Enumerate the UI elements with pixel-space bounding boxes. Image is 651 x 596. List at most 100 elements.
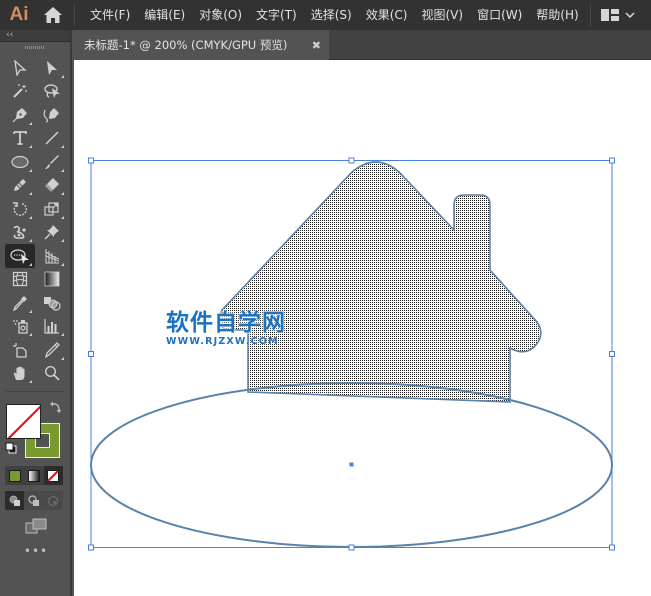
perspective-grid-icon <box>45 248 60 264</box>
fill-stroke-controls <box>0 398 70 464</box>
menu-divider <box>589 4 591 26</box>
slice-knife-icon <box>45 341 60 358</box>
more-tools-indicator <box>61 356 64 360</box>
direct-selection-tool[interactable] <box>37 56 67 80</box>
selection-arrow-icon <box>14 59 27 76</box>
draw-inside-icon <box>48 495 59 506</box>
perspective-grid-tool[interactable] <box>37 244 67 268</box>
line-segment-tool[interactable] <box>37 127 67 151</box>
hand-tool[interactable] <box>5 362 35 386</box>
lasso-tool[interactable] <box>37 80 67 104</box>
none-mode-button[interactable] <box>43 466 63 485</box>
handle-bottom-center[interactable] <box>348 544 355 551</box>
menu-view[interactable]: 视图(V) <box>414 0 470 30</box>
selection-tool[interactable] <box>5 56 35 80</box>
artboard-tool[interactable] <box>5 338 35 362</box>
more-tools-indicator <box>61 192 64 195</box>
more-tools-indicator <box>29 215 32 219</box>
draw-mode-buttons <box>5 491 63 510</box>
workspace-switcher[interactable] <box>600 0 635 30</box>
pencil-icon <box>14 179 26 192</box>
more-tools-indicator <box>29 262 32 266</box>
panel-grip[interactable] <box>0 42 70 52</box>
close-tab-button[interactable]: ✖ <box>312 39 321 52</box>
menu-select[interactable]: 选择(S) <box>304 0 359 30</box>
illustrator-window: Ai 文件(F) 编辑(E) 对象(O) 文字(T) 选择(S) 效果(C) 视… <box>0 0 651 596</box>
more-tools-indicator <box>29 192 32 195</box>
gradient-tool[interactable] <box>37 268 67 292</box>
toolbar-divider <box>6 391 64 392</box>
handle-top-left[interactable] <box>88 157 94 164</box>
handle-bottom-left[interactable] <box>88 544 94 551</box>
change-screen-mode-button[interactable] <box>0 518 72 534</box>
color-mode-button[interactable] <box>5 466 24 485</box>
draw-behind-icon <box>28 494 39 506</box>
default-fill-stroke-icon[interactable] <box>5 442 17 454</box>
draw-behind-button[interactable] <box>24 491 43 510</box>
zoom-tool[interactable] <box>37 362 67 386</box>
document-tab-bar: 未标题-1* @ 200% (CMYK/GPU 预览) ✖ <box>74 30 651 60</box>
eraser-tool[interactable] <box>37 174 67 198</box>
puppet-warp-tool[interactable] <box>5 221 35 245</box>
handle-top-center[interactable] <box>348 157 355 164</box>
type-tool[interactable] <box>5 127 35 151</box>
menu-type[interactable]: 文字(T) <box>249 0 304 30</box>
handle-top-right[interactable] <box>609 157 615 164</box>
pin-tool[interactable] <box>37 221 67 245</box>
more-tools-indicator <box>61 333 64 336</box>
curvature-tool[interactable] <box>37 103 67 127</box>
menu-edit[interactable]: 编辑(E) <box>137 0 192 30</box>
menu-help[interactable]: 帮助(H) <box>529 0 585 30</box>
shaper-tool[interactable] <box>5 174 35 198</box>
draw-normal-button[interactable] <box>5 491 25 510</box>
document-tab[interactable]: 未标题-1* @ 200% (CMYK/GPU 预览) ✖ <box>74 30 329 60</box>
pin-icon <box>44 225 59 240</box>
rotate-tool[interactable] <box>5 197 35 221</box>
rotate-icon <box>13 202 27 216</box>
draw-inside-button[interactable] <box>44 491 63 510</box>
gradient-swatch-icon <box>27 469 40 482</box>
ellipse-icon <box>11 155 29 168</box>
blend-tool[interactable] <box>37 291 67 315</box>
menu-object[interactable]: 对象(O) <box>192 0 249 30</box>
draw-normal-icon <box>9 495 20 506</box>
handle-middle-left[interactable] <box>88 351 94 357</box>
menu-file[interactable]: 文件(F) <box>83 0 137 30</box>
gradient-icon <box>44 271 60 287</box>
eraser-icon <box>45 178 59 193</box>
edit-toolbar-button[interactable]: ••• <box>0 544 72 558</box>
artboard-canvas[interactable]: 软件自学网 WWW.RJZXW.COM <box>74 60 651 596</box>
collapse-panel-button[interactable]: ‹‹ <box>0 30 70 42</box>
eyedropper-tool[interactable] <box>5 291 35 315</box>
mesh-tool[interactable] <box>5 268 35 292</box>
symbol-sprayer-tool[interactable] <box>5 315 35 339</box>
slice-tool[interactable] <box>37 338 67 362</box>
mesh-icon <box>12 272 28 287</box>
ellipse-tool[interactable] <box>5 150 35 174</box>
house-shape[interactable] <box>218 161 542 403</box>
paintbrush-tool[interactable] <box>37 150 67 174</box>
shape-builder-tool[interactable] <box>5 244 35 268</box>
pen-tool[interactable] <box>5 103 35 127</box>
swap-fill-stroke-icon[interactable] <box>50 401 62 413</box>
menu-window[interactable]: 窗口(W) <box>470 0 529 30</box>
scale-tool[interactable] <box>37 197 67 221</box>
artwork <box>88 157 615 551</box>
direct-selection-arrow-icon <box>47 60 57 75</box>
fill-swatch[interactable] <box>6 404 41 439</box>
handle-middle-right[interactable] <box>609 351 615 357</box>
more-tools-indicator <box>61 168 64 172</box>
curvature-pen-icon <box>43 107 59 123</box>
gradient-mode-button[interactable] <box>24 466 43 485</box>
more-tools-indicator <box>29 168 32 172</box>
column-graph-tool[interactable] <box>37 315 67 339</box>
workspace-layout-icon <box>600 9 619 21</box>
menu-items: 文件(F) 编辑(E) 对象(O) 文字(T) 选择(S) 效果(C) 视图(V… <box>83 0 586 30</box>
home-button[interactable] <box>38 0 68 30</box>
magic-wand-tool[interactable] <box>5 80 35 104</box>
shape-builder-icon <box>10 249 29 264</box>
menu-effect[interactable]: 效果(C) <box>359 0 415 30</box>
handle-bottom-right[interactable] <box>609 544 615 551</box>
more-tools-indicator <box>61 74 64 78</box>
center-point <box>349 462 354 467</box>
